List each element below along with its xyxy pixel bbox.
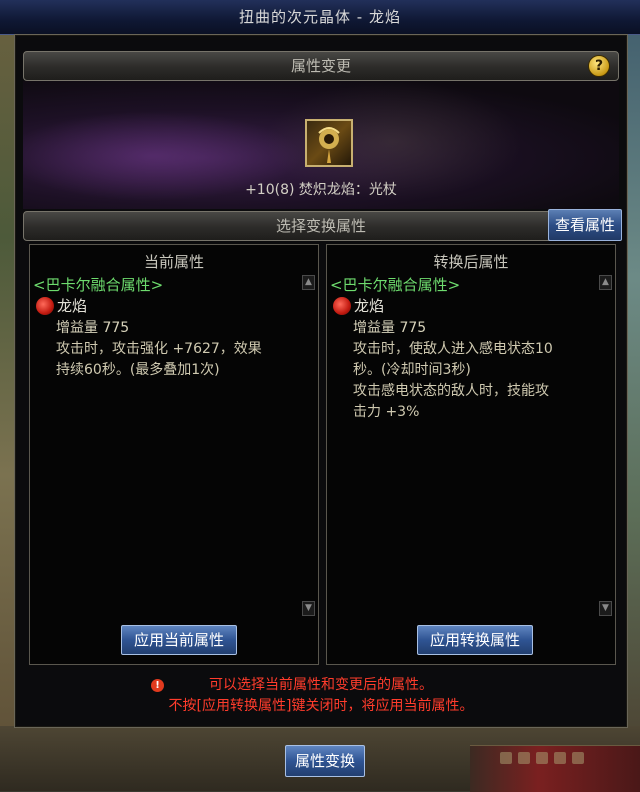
background-right	[626, 0, 640, 791]
attribute-line: 增益量 775	[353, 320, 427, 336]
current-attributes-panel: 当前属性 <巴卡尔融合属性> 龙焰 增益量 775 攻击时，攻击强化 +7627…	[29, 244, 319, 665]
window-titlebar[interactable]: 扭曲的次元晶体 - 龙焰	[0, 0, 640, 35]
attribute-line: 攻击时，攻击强化 +7627，效果	[56, 341, 262, 357]
hud-icon	[572, 752, 584, 764]
view-attributes-button[interactable]: 查看属性	[548, 209, 622, 241]
panel-title: 当前属性	[143, 253, 204, 271]
section-header-title: 属性变更	[290, 57, 351, 75]
notice-line: 可以选择当前属性和变更后的属性。	[209, 677, 433, 693]
dragon-flame-icon	[333, 296, 351, 315]
attribute-line: 持续60秒。(最多叠加1次)	[56, 362, 220, 378]
attribute-transform-button[interactable]: 属性变换	[285, 745, 365, 777]
attribute-group-label: <巴卡尔融合属性>	[33, 276, 164, 294]
notice-text: 可以选择当前属性和变更后的属性。 不按[应用转换属性]键关闭时，将应用当前属性。	[15, 675, 627, 717]
scroll-down-button[interactable]: ▼	[599, 601, 612, 616]
skill-row: 龙焰	[333, 295, 384, 316]
attribute-line: 增益量 775	[56, 320, 130, 336]
apply-converted-button[interactable]: 应用转换属性	[417, 625, 533, 655]
apply-current-button[interactable]: 应用当前属性	[121, 625, 237, 655]
window-title: 扭曲的次元晶体 - 龙焰	[239, 8, 401, 26]
hud-icon	[518, 752, 530, 764]
skill-row: 龙焰	[36, 295, 87, 316]
panel-title: 转换后属性	[433, 253, 509, 271]
hud-icon	[536, 752, 548, 764]
staff-item-icon[interactable]	[305, 119, 353, 167]
item-banner: +10(8) 焚炽龙焰：光杖	[23, 81, 619, 209]
attribute-description: 增益量 775 攻击时，攻击强化 +7627，效果 持续60秒。(最多叠加1次)	[56, 318, 288, 381]
section-title: 选择变换属性	[275, 217, 366, 235]
item-name: +10(8) 焚炽龙焰：光杖	[245, 182, 397, 198]
scroll-up-button[interactable]: ▲	[302, 275, 315, 290]
attribute-change-window: 属性变更 ? +10(8) 焚炽龙焰：光杖 选择变换属性 查看属性 当前属性 <…	[14, 34, 628, 728]
hud-icon	[500, 752, 512, 764]
section-header-select: 选择变换属性 查看属性	[23, 209, 622, 241]
notice-line: 不按[应用转换属性]键关闭时，将应用当前属性。	[168, 698, 474, 714]
dragon-flame-icon	[36, 296, 54, 315]
scroll-down-button[interactable]: ▼	[302, 601, 315, 616]
attribute-line: 攻击感电状态的敌人时，技能攻	[353, 383, 549, 399]
converted-attributes-panel: 转换后属性 <巴卡尔融合属性> 龙焰 增益量 775 攻击时，使敌人进入感电状态…	[326, 244, 616, 665]
attribute-description: 增益量 775 攻击时，使敌人进入感电状态10 秒。(冷却时间3秒) 攻击感电状…	[353, 318, 585, 423]
attribute-line: 击力 +3%	[353, 404, 420, 420]
staff-icon-graphic	[318, 127, 340, 163]
hud-icon	[554, 752, 566, 764]
scroll-up-button[interactable]: ▲	[599, 275, 612, 290]
hud-icons	[500, 752, 584, 764]
skill-name: 龙焰	[57, 297, 88, 315]
skill-name: 龙焰	[354, 297, 385, 315]
attribute-group-label: <巴卡尔融合属性>	[330, 276, 461, 294]
attribute-line: 秒。(冷却时间3秒)	[353, 362, 471, 378]
section-header-attribute-change: 属性变更 ?	[23, 51, 619, 81]
attribute-line: 攻击时，使敌人进入感电状态10	[353, 341, 553, 357]
background-left	[0, 0, 14, 791]
help-icon[interactable]: ?	[588, 55, 610, 77]
